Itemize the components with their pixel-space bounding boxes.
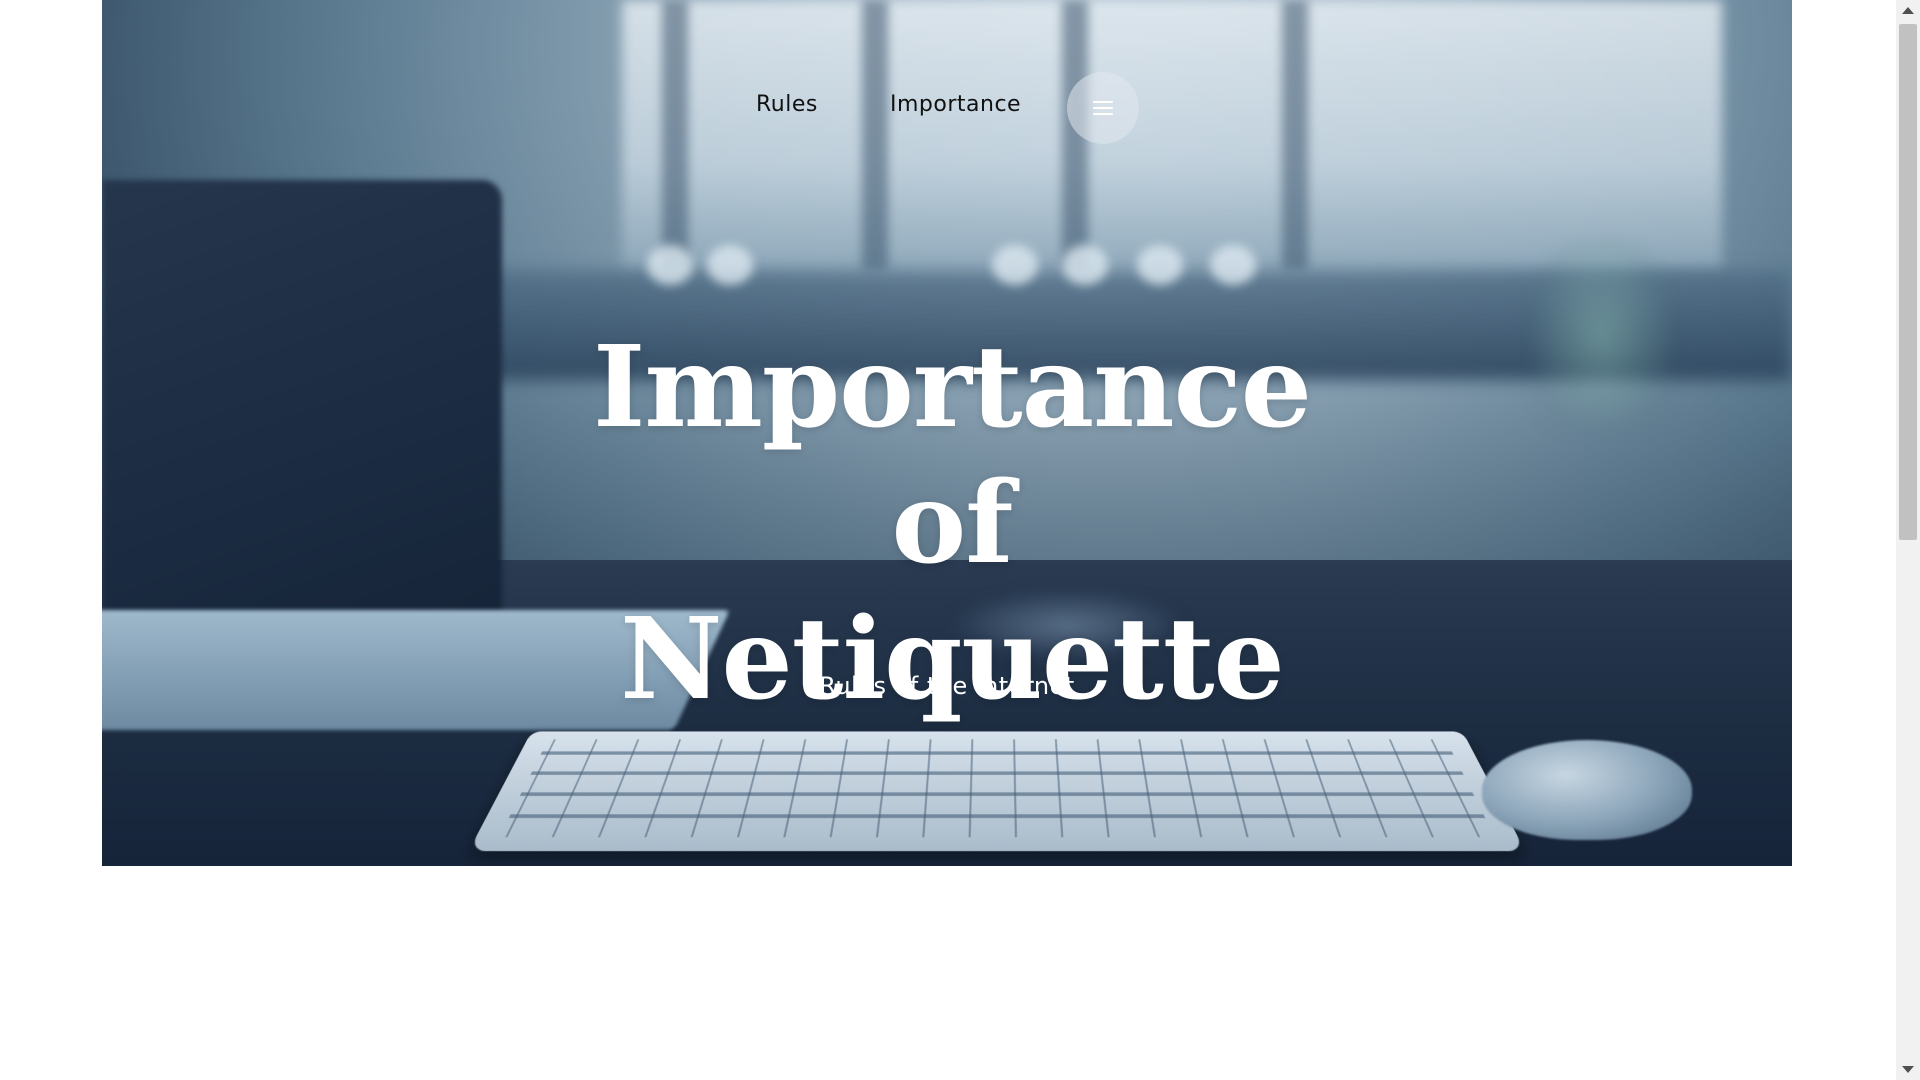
background-mouse — [1482, 740, 1692, 840]
nav-link-importance[interactable]: Importance — [890, 92, 1021, 117]
background-keyboard — [468, 731, 1526, 852]
hero-banner: Importance of Netiquette Rules of the in… — [102, 0, 1792, 866]
page-title: Importance of Netiquette — [522, 320, 1382, 728]
background-window-mullion — [1282, 0, 1308, 270]
hamburger-menu-icon — [1093, 101, 1113, 115]
scrollbar-thumb[interactable] — [1899, 24, 1917, 540]
scroll-down-arrow-icon[interactable] — [1902, 1066, 1914, 1073]
background-window-mullion — [662, 0, 688, 270]
page-title-line-1: Importance of — [592, 322, 1312, 589]
background-bokeh — [1062, 245, 1108, 285]
background-keyboard-keys — [498, 739, 1496, 838]
vertical-scrollbar[interactable] — [1896, 0, 1920, 1080]
page: Importance of Netiquette Rules of the in… — [0, 0, 1920, 1080]
background-window — [622, 0, 1722, 270]
nav-link-rules[interactable]: Rules — [756, 92, 818, 117]
background-bokeh — [1137, 245, 1183, 285]
background-bokeh — [707, 245, 753, 285]
background-window-mullion — [862, 0, 888, 270]
page-title-line-2: Netiquette — [620, 594, 1285, 725]
menu-button[interactable] — [1067, 72, 1139, 144]
background-bokeh — [647, 245, 693, 285]
background-bokeh — [1210, 245, 1256, 285]
page-subtitle: Rules of the internet — [819, 672, 1075, 700]
scroll-up-arrow-icon[interactable] — [1902, 7, 1914, 14]
background-bokeh — [992, 245, 1038, 285]
background-glass — [1532, 240, 1672, 430]
